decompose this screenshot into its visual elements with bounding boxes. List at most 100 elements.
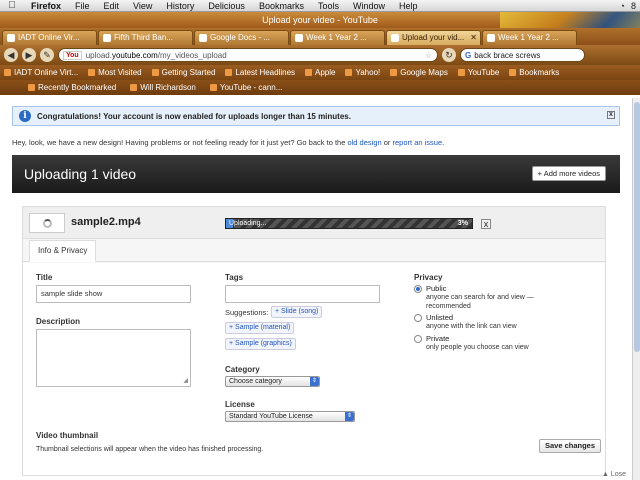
privacy-public-radio[interactable] bbox=[414, 285, 422, 293]
scrollbar-thumb[interactable] bbox=[634, 102, 640, 352]
tags-label: Tags bbox=[225, 273, 244, 282]
search-input[interactable]: back brace screws bbox=[474, 51, 540, 60]
privacy-unlisted-title: Unlisted bbox=[426, 313, 454, 322]
privacy-public-desc: anyone can search for and view — recomme… bbox=[426, 294, 534, 310]
menu-history[interactable]: History bbox=[159, 1, 201, 11]
rss-icon bbox=[225, 69, 233, 76]
description-textarea[interactable]: ◢ bbox=[36, 329, 191, 387]
browser-tab-active[interactable]: Upload your vid... ✕ bbox=[386, 30, 481, 45]
upload-header: Uploading 1 video + Add more videos bbox=[12, 155, 620, 193]
old-design-link[interactable]: old design bbox=[347, 138, 381, 147]
notification-text: Congratulations! Your account is now ena… bbox=[37, 111, 351, 121]
category-select[interactable]: Choose category ⇕ bbox=[225, 376, 320, 387]
bookmark-item[interactable]: Google Maps bbox=[390, 68, 448, 77]
browser-tab[interactable]: IADT Online Vir... bbox=[2, 30, 97, 45]
report-issue-link[interactable]: report an issue bbox=[393, 138, 443, 147]
google-search-icon: G bbox=[465, 50, 472, 60]
privacy-unlisted-radio[interactable] bbox=[414, 314, 422, 322]
bookmark-item[interactable]: Recently Bookmarked bbox=[28, 83, 116, 92]
wifi-icon[interactable]: ◔ bbox=[620, 1, 625, 11]
site-identity-badge[interactable]: You bbox=[63, 50, 82, 60]
menu-delicious[interactable]: Delicious bbox=[201, 1, 252, 11]
bookmark-item[interactable]: Latest Headlines bbox=[225, 68, 295, 77]
resize-grip-icon[interactable]: ◢ bbox=[183, 377, 188, 384]
upload-file-header: sample2.mp4 Uploading... 3% x bbox=[23, 207, 605, 239]
add-more-videos-button[interactable]: + Add more videos bbox=[531, 166, 606, 181]
upload-progress-bar: Uploading... 3% bbox=[225, 218, 473, 229]
bookmark-icon bbox=[390, 69, 398, 76]
close-icon[interactable]: x bbox=[607, 111, 615, 119]
privacy-unlisted-desc: anyone with the link can view bbox=[426, 323, 517, 330]
bookmark-item[interactable]: Yahoo! bbox=[345, 68, 380, 77]
bookmark-icon bbox=[305, 69, 313, 76]
tag-suggestion[interactable]: + Sample (material) bbox=[225, 322, 295, 334]
menu-tools[interactable]: Tools bbox=[311, 1, 346, 11]
save-changes-button[interactable]: Save changes bbox=[539, 439, 602, 453]
bookmark-icon bbox=[4, 69, 11, 76]
description-label: Description bbox=[36, 317, 81, 326]
menu-bookmarks[interactable]: Bookmarks bbox=[252, 1, 311, 11]
menu-help[interactable]: Help bbox=[392, 1, 425, 11]
menu-view[interactable]: View bbox=[126, 1, 159, 11]
tag-suggestion[interactable]: + Slide (song) bbox=[271, 306, 323, 318]
menu-app-firefox[interactable]: Firefox bbox=[24, 1, 68, 11]
privacy-private-radio[interactable] bbox=[414, 335, 422, 343]
tab-info-privacy[interactable]: Info & Privacy bbox=[29, 240, 97, 262]
file-name: sample2.mp4 bbox=[71, 216, 141, 228]
skype-badge[interactable]: 8 bbox=[631, 1, 636, 11]
bookmarks-menu[interactable]: Bookmarks bbox=[509, 68, 559, 77]
navigation-toolbar: ◀ ▶ ✎ You upload.youtube.com/my_videos_u… bbox=[0, 45, 640, 65]
bookmark-item[interactable]: YouTube - cann... bbox=[209, 83, 282, 92]
notification-banner: i Congratulations! Your account is now e… bbox=[12, 106, 620, 126]
bookmark-item[interactable]: Apple bbox=[305, 68, 335, 77]
thumbnail-label: Video thumbnail bbox=[36, 431, 99, 440]
privacy-private-desc: only people you choose can view bbox=[426, 344, 529, 351]
privacy-public-title: Public bbox=[426, 284, 447, 293]
bookmark-icon bbox=[457, 69, 465, 76]
loading-spinner-icon bbox=[43, 219, 52, 228]
page-scrollbar[interactable] bbox=[632, 98, 640, 480]
menu-file[interactable]: File bbox=[68, 1, 97, 11]
menu-edit[interactable]: Edit bbox=[97, 1, 127, 11]
license-select[interactable]: Standard YouTube License ⇕ bbox=[225, 411, 355, 422]
tags-input[interactable] bbox=[225, 285, 380, 303]
suggestions-label: Suggestions: bbox=[225, 308, 269, 317]
bookmark-item[interactable]: Getting Started bbox=[151, 68, 215, 77]
bookmark-item[interactable]: YouTube bbox=[457, 68, 499, 77]
progress-status: Uploading... bbox=[229, 220, 267, 227]
feedback-tab[interactable]: ▲ Lose bbox=[602, 471, 626, 478]
apple-icon[interactable]:  bbox=[0, 0, 24, 11]
tag-suggestion[interactable]: + Sample (graphics) bbox=[225, 338, 296, 350]
bookmark-icon bbox=[88, 69, 96, 76]
video-details-form: Title sample slide show Description ◢ Vi… bbox=[23, 263, 605, 475]
bookmark-icon bbox=[28, 84, 35, 91]
bookmark-item[interactable]: Most Visited bbox=[88, 68, 142, 77]
bookmark-item[interactable]: Will Richardson bbox=[130, 83, 196, 92]
page-title: Uploading 1 video bbox=[24, 166, 137, 182]
browser-tab[interactable]: Week 1 Year 2 ... bbox=[290, 30, 385, 45]
bookmark-icon bbox=[130, 84, 138, 91]
menubar-status: ◔ 8 bbox=[620, 1, 640, 11]
browser-tab[interactable]: Google Docs - ... bbox=[194, 30, 289, 45]
back-arrow-icon[interactable]: ◀ bbox=[4, 48, 18, 62]
browser-tab[interactable]: Fifth Third Ban... bbox=[98, 30, 193, 45]
close-tab-icon[interactable]: ✕ bbox=[470, 31, 477, 45]
menu-window[interactable]: Window bbox=[346, 1, 392, 11]
url-bar[interactable]: You upload.youtube.com/my_videos_upload … bbox=[58, 48, 438, 62]
search-bar[interactable]: G back brace screws bbox=[460, 48, 585, 62]
progress-percent: 3% bbox=[457, 220, 468, 227]
bookmark-item[interactable]: IADT Online Virt... bbox=[4, 68, 78, 77]
browser-tab[interactable]: Week 1 Year 2 ... bbox=[482, 30, 577, 45]
forward-arrow-icon[interactable]: ▶ bbox=[22, 48, 36, 62]
category-label: Category bbox=[225, 365, 260, 374]
bookmark-icon bbox=[151, 69, 159, 76]
details-tabbar: Info & Privacy bbox=[23, 240, 605, 262]
tools-icon[interactable]: ✎ bbox=[40, 48, 54, 62]
favicon-icon bbox=[103, 34, 111, 42]
reload-icon[interactable]: ↻ bbox=[442, 48, 456, 62]
bookmark-star-icon[interactable]: ☆ bbox=[425, 51, 432, 60]
title-input[interactable]: sample slide show bbox=[36, 285, 191, 303]
upload-card: sample2.mp4 Uploading... 3% x Info & Pri… bbox=[22, 206, 606, 476]
thumbnail-message: Thumbnail selections will appear when th… bbox=[36, 446, 264, 453]
cancel-upload-icon[interactable]: x bbox=[481, 219, 491, 229]
